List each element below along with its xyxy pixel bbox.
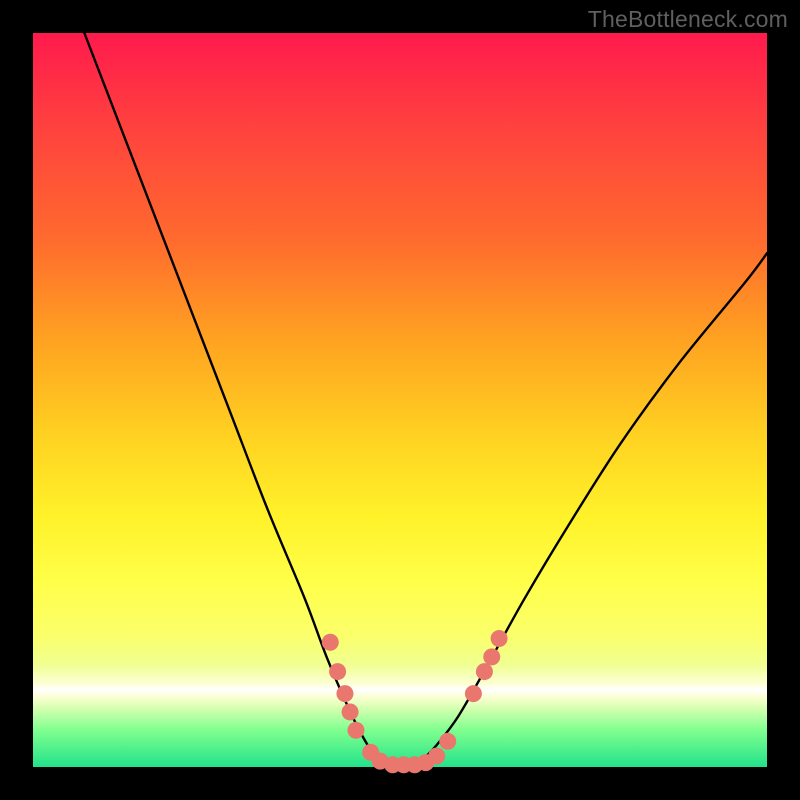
marker-dot (465, 685, 482, 702)
marker-dots (322, 630, 508, 773)
marker-dot (336, 685, 353, 702)
marker-dot (483, 648, 500, 665)
marker-dot (428, 747, 445, 764)
marker-dot (476, 663, 493, 680)
bottleneck-curve-line (84, 33, 767, 768)
chart-frame: TheBottleneck.com (0, 0, 800, 800)
marker-dot (491, 630, 508, 647)
marker-dot (347, 722, 364, 739)
marker-dot (439, 733, 456, 750)
marker-dot (342, 703, 359, 720)
marker-dot (329, 663, 346, 680)
chart-plot-area (33, 33, 767, 767)
marker-dot (322, 634, 339, 651)
watermark-text: TheBottleneck.com (588, 6, 788, 33)
chart-svg (33, 33, 767, 767)
